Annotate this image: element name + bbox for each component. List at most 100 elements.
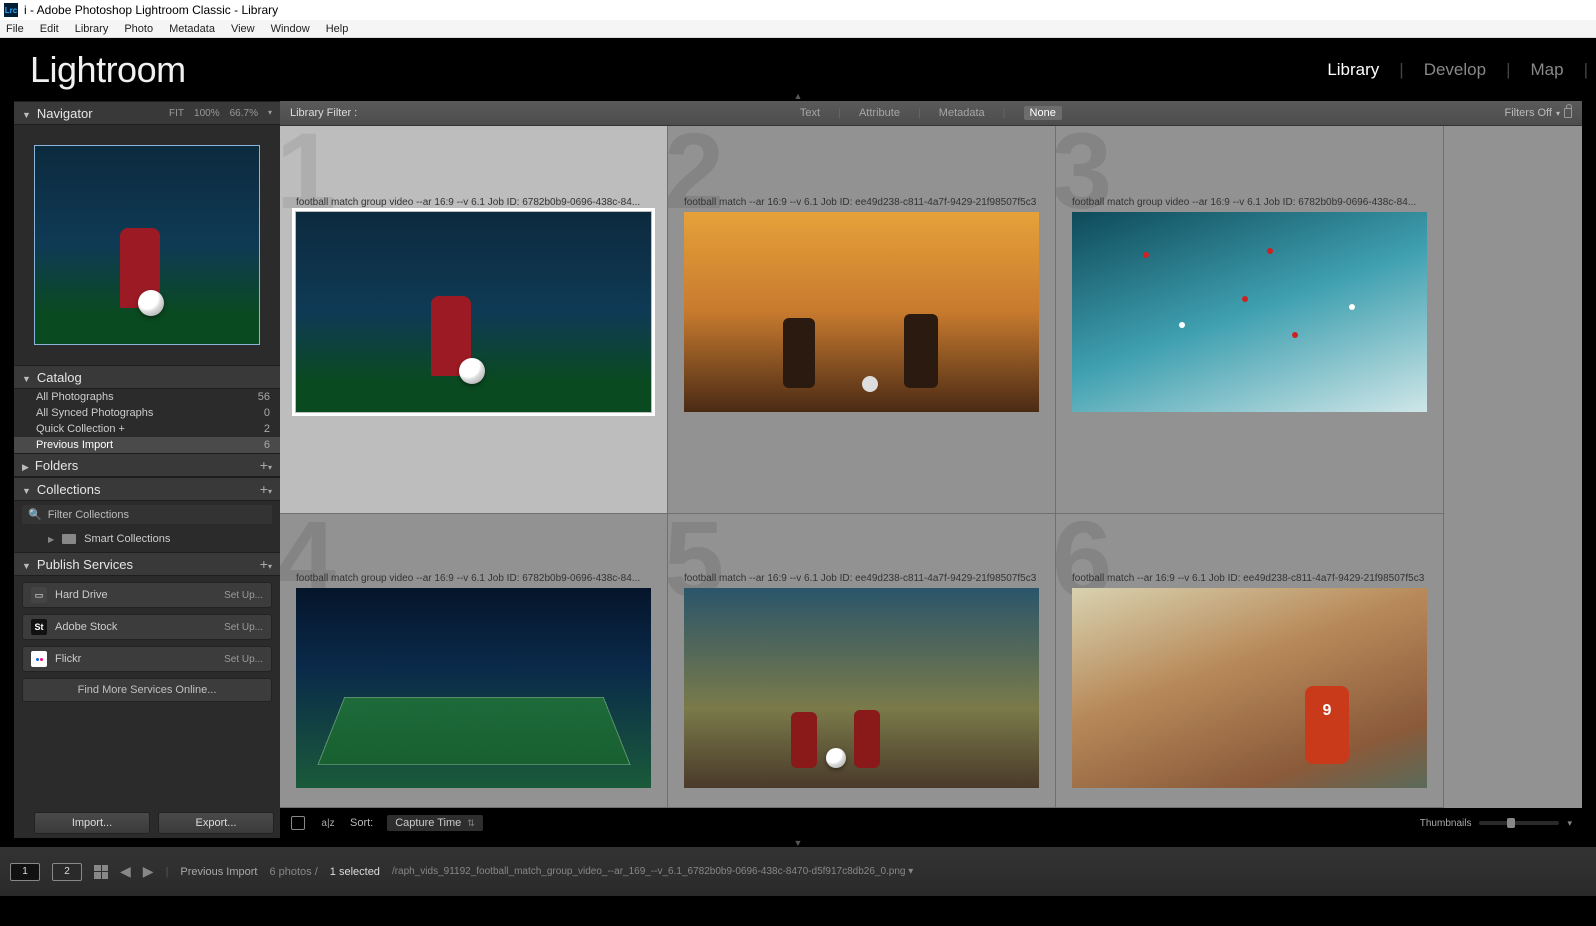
painter-spray-icon[interactable]	[290, 815, 306, 831]
filter-tabs: Text | Attribute | Metadata | None	[800, 106, 1062, 120]
cell-caption: football match group video --ar 16:9 --v…	[296, 197, 651, 208]
toolbar-menu-icon[interactable]: ▾	[1567, 818, 1572, 829]
catalog-item-count: 56	[258, 391, 270, 403]
right-panel-collapsed[interactable]	[1582, 101, 1596, 808]
main-window-badge[interactable]: 1	[10, 863, 40, 881]
filter-none[interactable]: None	[1024, 106, 1062, 120]
slider-knob[interactable]	[1507, 818, 1515, 828]
catalog-quick-collection[interactable]: Quick Collection + 2	[14, 421, 280, 437]
hard-drive-icon: ▭	[31, 587, 47, 603]
collapse-top-panel-icon[interactable]: ▲	[794, 91, 803, 101]
catalog-item-count: 6	[264, 439, 270, 451]
cell-thumbnail[interactable]	[684, 212, 1039, 412]
catalog-all-synced[interactable]: All Synced Photographs 0	[14, 405, 280, 421]
filter-collections-placeholder: Filter Collections	[48, 509, 129, 521]
grid-view-icon[interactable]	[94, 865, 108, 879]
right-gutter	[1582, 808, 1596, 838]
cell-thumbnail[interactable]	[1072, 588, 1427, 788]
publish-flickr[interactable]: Flickr Set Up...	[22, 646, 272, 672]
publish-service-label: Adobe Stock	[55, 621, 117, 633]
catalog-item-count: 0	[264, 407, 270, 419]
import-button[interactable]: Import...	[34, 812, 150, 834]
collections-header[interactable]: ▼Collections +▾	[14, 477, 280, 501]
add-publish-icon[interactable]: +▾	[260, 556, 272, 572]
catalog-item-label: All Photographs	[36, 391, 114, 403]
menu-photo[interactable]: Photo	[124, 23, 153, 35]
zoom-dropdown-icon[interactable]: ▾	[268, 108, 272, 119]
menu-view[interactable]: View	[231, 23, 255, 35]
module-picker: Lightroom ▲ Library | Develop | Map |	[0, 38, 1596, 101]
collapse-filmstrip-icon[interactable]: ▼	[0, 839, 1596, 847]
add-folder-icon[interactable]: +▾	[260, 457, 272, 473]
thumbnail-size-slider[interactable]	[1479, 821, 1559, 825]
filter-text[interactable]: Text	[800, 107, 820, 119]
catalog-all-photographs[interactable]: All Photographs 56	[14, 389, 280, 405]
menu-metadata[interactable]: Metadata	[169, 23, 215, 35]
publish-setup-link[interactable]: Set Up...	[224, 654, 263, 665]
menu-window[interactable]: Window	[271, 23, 310, 35]
sort-dropdown[interactable]: Capture Time ⇅	[387, 815, 483, 831]
publish-hard-drive[interactable]: ▭Hard Drive Set Up...	[22, 582, 272, 608]
menu-edit[interactable]: Edit	[40, 23, 59, 35]
grid-cell-3[interactable]: 3 football match group video --ar 16:9 -…	[1056, 126, 1444, 514]
publish-setup-link[interactable]: Set Up...	[224, 590, 263, 601]
catalog-title: Catalog	[37, 370, 82, 385]
chevron-updown-icon: ⇅	[467, 818, 475, 829]
module-tabs: Library | Develop | Map |	[1327, 60, 1588, 80]
sort-direction-icon[interactable]: a|z	[320, 815, 336, 831]
filters-off-label: Filters Off	[1505, 107, 1552, 119]
menu-library[interactable]: Library	[75, 23, 109, 35]
zoom-fit[interactable]: FIT	[169, 108, 184, 119]
nav-back-icon[interactable]: ◀	[120, 863, 131, 880]
find-more-services-button[interactable]: Find More Services Online...	[22, 678, 272, 702]
grid-cell-2[interactable]: 2 football match --ar 16:9 --v 6.1 Job I…	[668, 126, 1056, 514]
second-window-badge[interactable]: 2	[52, 863, 82, 881]
cell-thumbnail[interactable]	[296, 588, 651, 788]
library-filter-bar: Library Filter : Text | Attribute | Meta…	[280, 101, 1582, 126]
filmstrip: ▼ 1 2 ◀ ▶ | Previous Import 6 photos / 1…	[0, 838, 1596, 896]
publish-setup-link[interactable]: Set Up...	[224, 622, 263, 633]
smart-collections-row[interactable]: ▶ Smart Collections	[22, 530, 272, 548]
cell-caption: football match --ar 16:9 --v 6.1 Job ID:…	[684, 197, 1039, 208]
export-button[interactable]: Export...	[158, 812, 274, 834]
catalog-header[interactable]: ▼Catalog	[14, 365, 280, 389]
grid-cell-4[interactable]: 4 football match group video --ar 16:9 -…	[280, 514, 668, 808]
zoom-custom[interactable]: 66.7%	[230, 108, 258, 119]
lock-icon[interactable]	[1564, 108, 1572, 118]
cell-thumbnail[interactable]	[1072, 212, 1427, 412]
add-collection-icon[interactable]: +▾	[260, 481, 272, 497]
filter-attribute[interactable]: Attribute	[859, 107, 900, 119]
cell-thumbnail[interactable]	[296, 212, 651, 412]
navigator-header[interactable]: ▼Navigator FIT 100% 66.7% ▾	[14, 101, 280, 125]
zoom-100[interactable]: 100%	[194, 108, 220, 119]
thumbnails-label: Thumbnails	[1420, 818, 1472, 829]
module-separator: |	[1584, 60, 1588, 80]
grid-cell-1[interactable]: 1 football match group video --ar 16:9 -…	[280, 126, 668, 514]
catalog-item-label: All Synced Photographs	[36, 407, 153, 419]
grid-cell-5[interactable]: 5 football match --ar 16:9 --v 6.1 Job I…	[668, 514, 1056, 808]
filter-metadata[interactable]: Metadata	[939, 107, 985, 119]
window-title: i - Adobe Photoshop Lightroom Classic - …	[24, 3, 278, 17]
menu-file[interactable]: File	[6, 23, 24, 35]
grid-cell-6[interactable]: 6 football match --ar 16:9 --v 6.1 Job I…	[1056, 514, 1444, 808]
publish-adobe-stock[interactable]: StAdobe Stock Set Up...	[22, 614, 272, 640]
menu-help[interactable]: Help	[326, 23, 349, 35]
cell-thumbnail[interactable]	[684, 588, 1039, 788]
catalog-previous-import[interactable]: Previous Import 6	[14, 437, 280, 453]
nav-forward-icon[interactable]: ▶	[143, 863, 154, 880]
status-filepath[interactable]: /raph_vids_91192_football_match_group_vi…	[392, 866, 913, 877]
folders-header[interactable]: ▶Folders +▾	[14, 453, 280, 477]
module-library[interactable]: Library	[1327, 60, 1379, 80]
sort-label: Sort:	[350, 817, 373, 829]
filter-collections-input[interactable]: 🔍 Filter Collections	[22, 505, 272, 524]
navigator-preview[interactable]	[14, 125, 280, 365]
filters-off-dropdown[interactable]: Filters Off ▾	[1505, 107, 1573, 119]
publish-header[interactable]: ▼Publish Services +▾	[14, 552, 280, 576]
breadcrumb[interactable]: Previous Import	[180, 866, 257, 878]
module-separator: |	[1506, 60, 1510, 80]
lightroom-logo: Lightroom	[30, 49, 186, 91]
cell-caption: football match --ar 16:9 --v 6.1 Job ID:…	[684, 573, 1039, 584]
module-develop[interactable]: Develop	[1424, 60, 1486, 80]
module-map[interactable]: Map	[1531, 60, 1564, 80]
sort-value: Capture Time	[395, 817, 461, 829]
